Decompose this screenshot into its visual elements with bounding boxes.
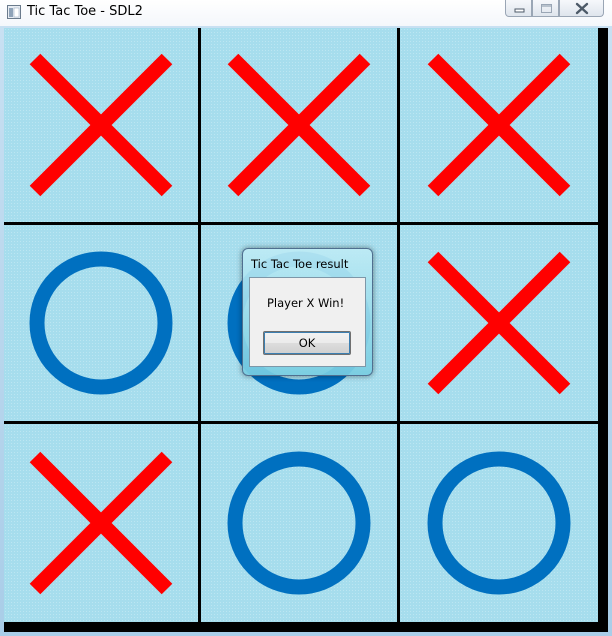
o-mark: [29, 251, 173, 395]
x-mark: [427, 251, 571, 395]
board-cell-2-3[interactable]: [400, 225, 598, 421]
minimize-button[interactable]: [505, 0, 532, 17]
close-button[interactable]: [559, 0, 604, 17]
x-mark: [29, 451, 173, 595]
x-mark: [29, 53, 173, 197]
close-icon: [575, 2, 589, 15]
board-cell-3-3[interactable]: [400, 424, 598, 622]
o-mark: [227, 451, 371, 595]
x-mark: [427, 53, 571, 197]
ok-button[interactable]: OK: [263, 331, 351, 355]
board-cell-3-1[interactable]: [4, 424, 198, 622]
board-cell-1-1[interactable]: [4, 28, 198, 222]
result-dialog: Tic Tac Toe result Player X Win! OK: [242, 248, 373, 376]
window-title: Tic Tac Toe - SDL2: [27, 4, 143, 19]
board-cell-1-2[interactable]: [201, 28, 397, 222]
dialog-title: Tic Tac Toe result: [251, 257, 349, 271]
title-bar: Tic Tac Toe - SDL2: [0, 0, 612, 26]
maximize-icon: [541, 4, 552, 13]
app-window-icon: [7, 5, 21, 19]
board-cell-1-3[interactable]: [400, 28, 598, 222]
board-cell-3-2[interactable]: [201, 424, 397, 622]
minimize-icon: [514, 8, 525, 13]
dialog-message: Player X Win!: [267, 296, 345, 310]
dialog-body: Player X Win! OK: [249, 277, 366, 367]
o-mark: [427, 451, 571, 595]
board-cell-2-1[interactable]: [4, 225, 198, 421]
x-mark: [227, 53, 371, 197]
maximize-button[interactable]: [532, 0, 559, 17]
